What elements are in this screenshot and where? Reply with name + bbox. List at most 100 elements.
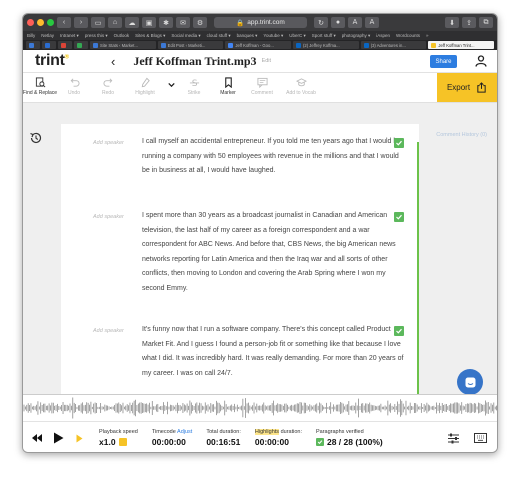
bookmark-item[interactable]: Sites & Blogs ▾ (135, 33, 165, 39)
back-nav-icon[interactable]: ‹ (57, 17, 71, 28)
browser-tab[interactable]: Jeff Koffman - Goo... (225, 41, 292, 49)
pinned-tab[interactable] (26, 41, 40, 49)
bookmark-item[interactable]: iAspen (376, 33, 390, 38)
browser-tab-active[interactable]: Jeff Koffman Trint... (428, 41, 495, 49)
home-icon[interactable]: ⌂ (108, 17, 122, 28)
trint-logo[interactable]: trint® (35, 52, 95, 70)
redo-tool[interactable]: Redo (91, 73, 125, 96)
play-button[interactable] (53, 432, 64, 444)
font-size-up-button[interactable]: A (365, 17, 379, 28)
audio-waveform[interactable] (23, 394, 497, 421)
playback-speed[interactable]: Playback speed x1.0 (99, 429, 138, 447)
bookmark-item[interactable]: Outlook (114, 33, 130, 38)
add-to-vocab-tool[interactable]: Add to Vocab (279, 73, 323, 96)
share-button[interactable]: Share (430, 55, 457, 68)
browser-tabs: Site Stats ‹ Market... Edit Post ‹ Marke… (23, 40, 497, 50)
rewind-button[interactable] (31, 433, 43, 443)
bookmark-item[interactable]: Wordcounts (396, 33, 420, 38)
add-speaker-link[interactable]: Add speaker (93, 328, 124, 334)
comment-history-link[interactable]: Comment History (0) (436, 132, 487, 138)
bookmark-item[interactable]: Billy (27, 33, 35, 38)
chat-support-button[interactable] (457, 369, 483, 395)
verified-checkbox[interactable] (394, 212, 404, 222)
bookmark-item[interactable]: Intranet ▾ (60, 33, 79, 39)
user-icon[interactable] (475, 55, 487, 67)
favicon-icon (160, 42, 166, 48)
cloud-icon[interactable]: ☁ (125, 17, 139, 28)
bookmark-item[interactable]: Youtube ▾ (263, 33, 283, 39)
verified-check-icon (315, 438, 324, 446)
export-button[interactable]: Export (437, 73, 497, 102)
keyboard-shortcuts-button[interactable] (474, 433, 487, 443)
strikethrough-icon: S (189, 78, 199, 88)
url-text: app.trint.com (247, 19, 285, 26)
browser-titlebar: ‹ › ▭ ⌂ ☁ ▣ ✱ ✉ ⚙ 🔒 app.trint.com ↻ ● A … (23, 14, 497, 31)
step-forward-button[interactable] (76, 434, 83, 443)
bookmark-item[interactable]: cloud stuff ▾ (207, 33, 231, 39)
bookmark-item[interactable]: press this ▾ (85, 33, 108, 39)
extension-icon[interactable]: ● (331, 17, 345, 28)
close-window-button[interactable] (27, 19, 34, 26)
bookmark-item[interactable]: Social media ▾ (171, 33, 200, 39)
download-icon[interactable]: ⬇ (445, 17, 459, 28)
undo-tool[interactable]: Undo (57, 73, 91, 96)
refresh-icon[interactable]: ↻ (314, 17, 328, 28)
back-button[interactable]: ‹ (111, 54, 115, 69)
favicon-icon (93, 42, 98, 48)
document-title[interactable]: Jeff Koffman Trint.mp3 (133, 54, 256, 69)
paragraph-text[interactable]: I spent more than 30 years as a broadcas… (142, 209, 407, 296)
pinned-tab[interactable] (74, 41, 88, 49)
paragraph-text[interactable]: It's funny now that I run a software com… (142, 323, 407, 381)
browser-tab[interactable]: (3) Adventures in... (360, 41, 427, 49)
edit-title-link[interactable]: Edit (262, 58, 271, 64)
play-icon (54, 432, 64, 444)
extension-icon[interactable]: ▣ (142, 17, 156, 28)
paragraph-text[interactable]: I call myself an accidental entrepreneur… (142, 135, 407, 179)
address-bar[interactable]: 🔒 app.trint.com (214, 17, 307, 28)
bookmark-item[interactable]: banques ▾ (237, 33, 258, 39)
graduation-cap-icon (295, 78, 307, 87)
play-small-icon (76, 434, 83, 442)
verified-checkbox[interactable] (394, 326, 404, 336)
highlight-dropdown[interactable] (165, 73, 177, 88)
browser-tab[interactable]: Edit Post ‹ Marketi... (157, 41, 224, 49)
tabs-overview-icon[interactable]: ⧉ (479, 17, 493, 28)
settings-sliders-button[interactable] (447, 433, 460, 444)
total-duration: Total duration: 00:16:51 (206, 429, 241, 447)
transcript-area: Add speaker I call myself an accidental … (23, 122, 497, 395)
bookmark-item[interactable]: Sport stuff ▾ (312, 33, 336, 39)
marker-tool[interactable]: Marker (211, 73, 245, 96)
checkmark-icon (396, 214, 402, 220)
extension-icon[interactable]: ⚙ (193, 17, 207, 28)
pinned-tab[interactable] (58, 41, 72, 49)
adjust-timecode-link[interactable]: Adjust (177, 429, 192, 435)
highlight-tool[interactable]: Highlight (125, 73, 165, 96)
sidebar-icon[interactable]: ▭ (91, 17, 105, 28)
find-replace-tool[interactable]: Find & Replace (23, 73, 57, 96)
history-icon[interactable] (28, 130, 44, 146)
paragraphs-verified: Paragraphs verified 28 / 28 (100%) (315, 429, 383, 447)
comment-icon (256, 77, 268, 88)
comment-tool[interactable]: Comment (245, 73, 279, 96)
bookmark-item[interactable]: UberC ▾ (289, 33, 306, 39)
strike-tool[interactable]: S Strike (177, 73, 211, 96)
pinned-tab[interactable] (42, 41, 56, 49)
add-speaker-link[interactable]: Add speaker (93, 214, 124, 220)
zoom-window-button[interactable] (47, 19, 54, 26)
minimize-window-button[interactable] (37, 19, 44, 26)
browser-tab[interactable]: Site Stats ‹ Market... (90, 41, 156, 49)
add-speaker-link[interactable]: Add speaker (93, 140, 124, 146)
chat-icon (465, 377, 475, 387)
extension-icon[interactable]: ✱ (159, 17, 173, 28)
share-icon[interactable]: ⇪ (462, 17, 476, 28)
verified-checkbox[interactable] (394, 138, 404, 148)
font-size-down-button[interactable]: A (348, 17, 362, 28)
bookmark-item[interactable]: Netlay (41, 33, 54, 38)
forward-nav-icon[interactable]: › (74, 17, 88, 28)
extension-icon[interactable]: ✉ (176, 17, 190, 28)
bookmark-item[interactable]: photography ▾ (342, 33, 371, 39)
bookmark-item[interactable]: » (426, 33, 429, 38)
export-icon (477, 82, 486, 93)
browser-tab[interactable]: (2) Jeffrey Koffma... (293, 41, 359, 49)
sliders-icon (448, 433, 459, 443)
